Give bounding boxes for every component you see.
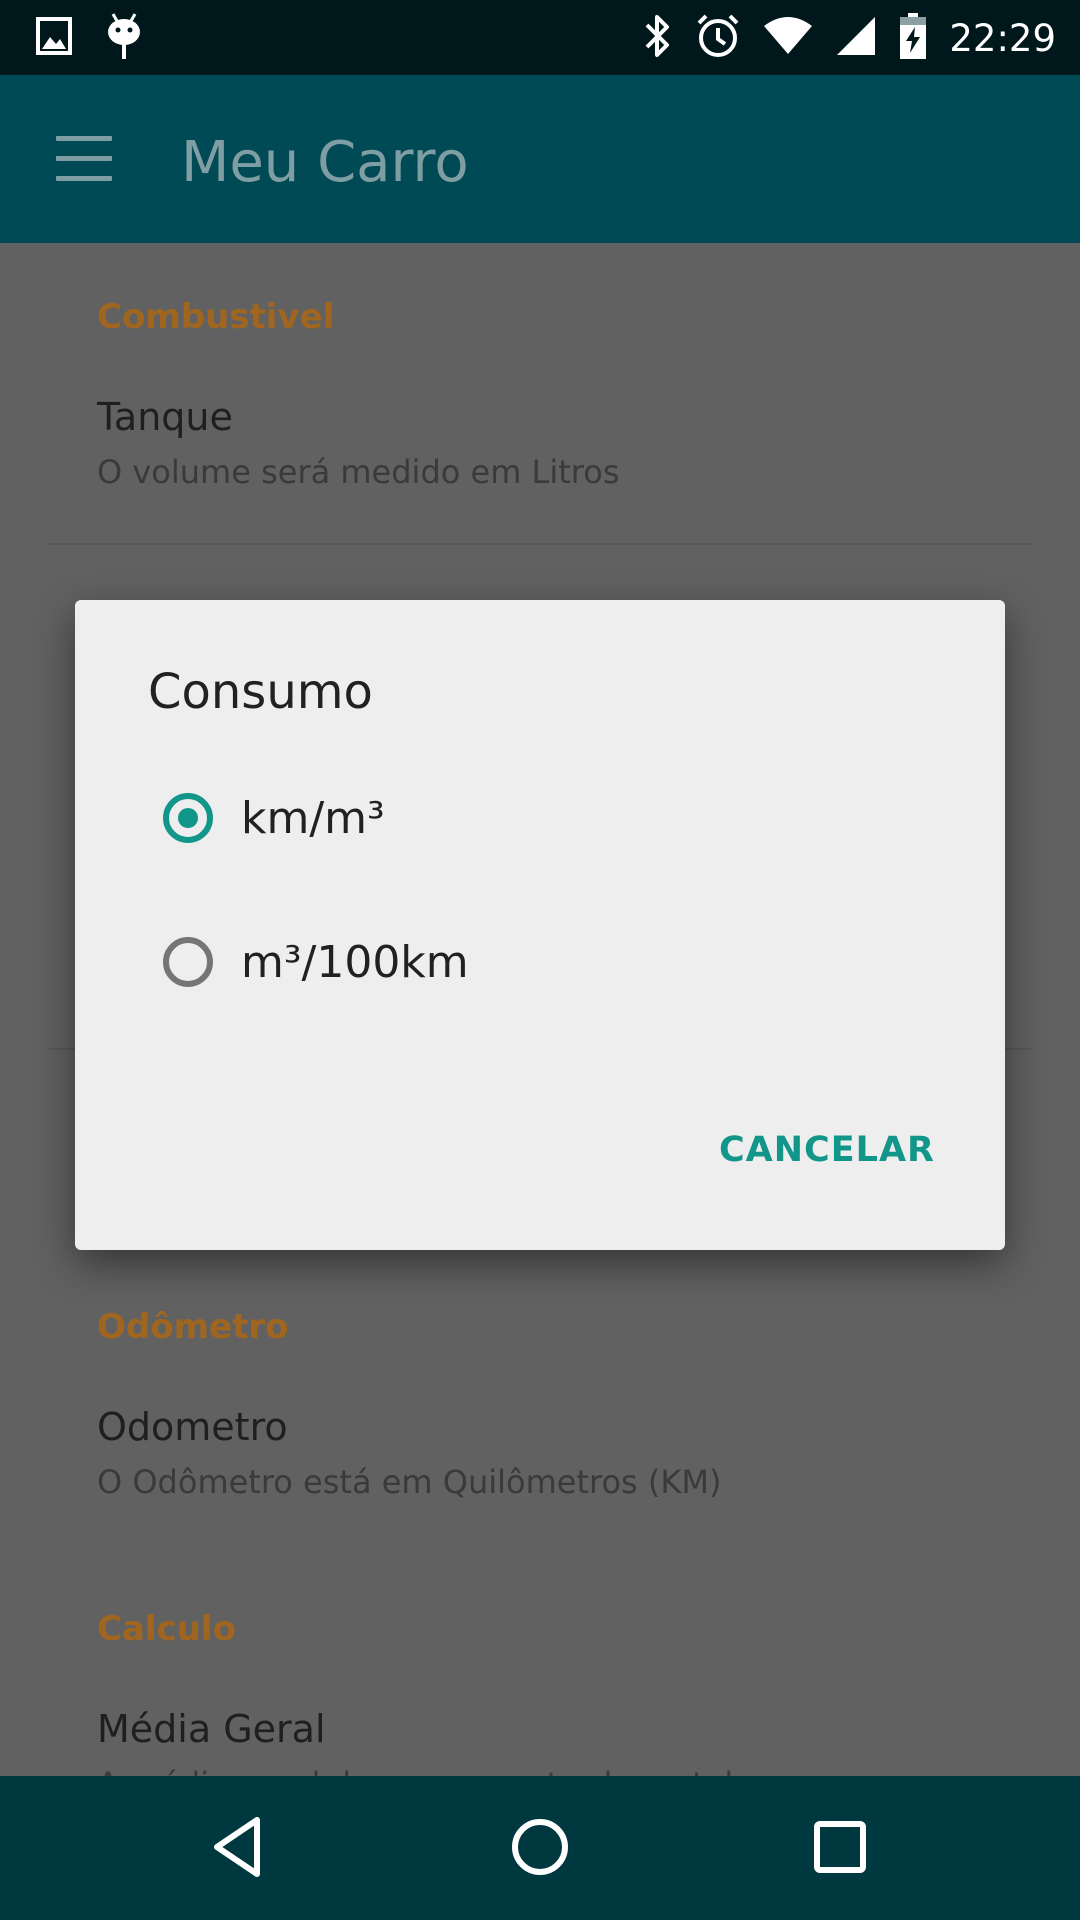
radio-checked-icon[interactable]	[163, 793, 213, 843]
consumo-dialog: Consumo km/m³ m³/100km CANCELAR	[75, 600, 1005, 1250]
dialog-title: Consumo	[148, 664, 373, 720]
image-notification-icon	[36, 17, 72, 59]
pref-odometro-title: Odometro	[97, 1405, 288, 1449]
pref-odometro-summary: O Odômetro está em Quilômetros (KM)	[97, 1463, 722, 1501]
status-right-icons: 22:29	[643, 10, 1056, 66]
pref-tanque-summary: O volume será medido em Litros	[97, 453, 620, 491]
android-debug-icon	[106, 12, 142, 64]
alarm-icon	[695, 13, 741, 63]
section-header-calculo: Calculo	[97, 1609, 236, 1649]
recents-icon[interactable]	[805, 1812, 875, 1882]
battery-charging-icon	[899, 13, 927, 63]
back-icon[interactable]	[205, 1812, 275, 1882]
app-title: Meu Carro	[181, 130, 469, 195]
wifi-icon	[763, 16, 813, 60]
cancel-button[interactable]: CANCELAR	[719, 1130, 935, 1170]
status-left-icons	[36, 13, 142, 60]
hamburger-menu-icon[interactable]	[56, 136, 112, 182]
navigation-bar	[0, 1776, 1080, 1920]
app-bar: Meu Carro	[0, 75, 1080, 243]
home-icon[interactable]	[505, 1812, 575, 1882]
divider	[48, 543, 1032, 545]
pref-media-title: Média Geral	[97, 1707, 326, 1751]
radio-label: m³/100km	[241, 936, 469, 988]
pref-media-summary: A média geral deve ser mostrada na tela	[97, 1765, 753, 1776]
pref-tanque-title: Tanque	[97, 395, 233, 439]
radio-option-km-m3[interactable]: km/m³	[163, 768, 923, 868]
bluetooth-icon	[643, 13, 673, 63]
radio-label: km/m³	[241, 792, 385, 844]
cell-signal-icon	[835, 15, 877, 61]
status-bar: 22:29	[0, 0, 1080, 75]
radio-option-m3-100km[interactable]: m³/100km	[163, 912, 923, 1012]
status-time: 22:29	[949, 16, 1056, 60]
section-header-combustivel: Combustivel	[97, 297, 335, 337]
radio-unchecked-icon[interactable]	[163, 937, 213, 987]
section-header-odometro: Odômetro	[97, 1307, 289, 1347]
